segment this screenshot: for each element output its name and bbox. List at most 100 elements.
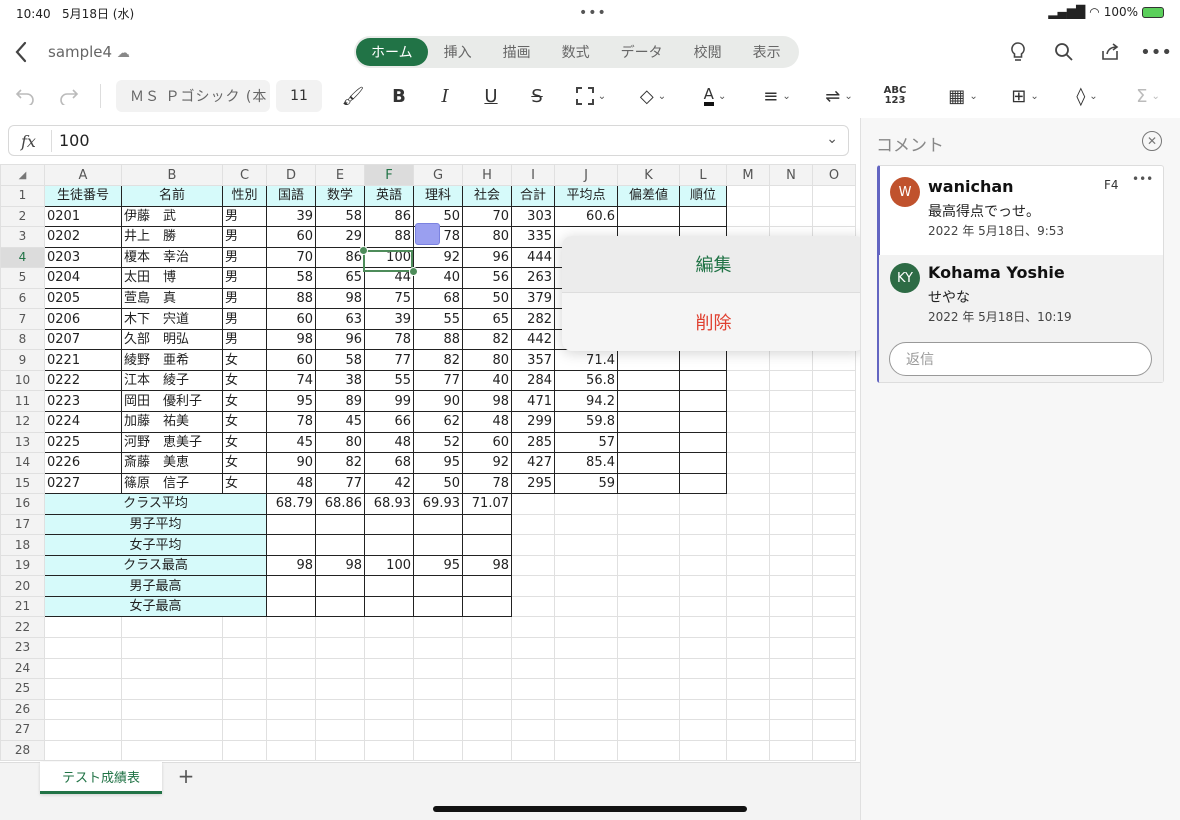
table-cell[interactable] xyxy=(812,390,856,413)
table-cell[interactable] xyxy=(769,493,813,515)
table-cell[interactable]: 加藤 祐美 xyxy=(121,411,223,433)
table-cell[interactable] xyxy=(413,513,463,536)
close-icon[interactable]: ✕ xyxy=(1142,131,1162,151)
table-cell[interactable] xyxy=(726,411,770,433)
column-header[interactable]: A xyxy=(44,164,122,186)
table-cell[interactable] xyxy=(222,698,267,721)
autosum-icon[interactable]: Σ ⌄ xyxy=(1128,82,1168,110)
table-cell[interactable]: 名前 xyxy=(121,185,223,207)
column-header[interactable]: M xyxy=(726,164,770,186)
table-cell[interactable] xyxy=(266,657,316,680)
table-cell[interactable]: 木下 宍道 xyxy=(121,308,223,330)
table-cell[interactable] xyxy=(679,534,727,556)
table-cell[interactable] xyxy=(364,534,414,556)
table-cell[interactable] xyxy=(679,411,727,433)
table-cell[interactable]: 篠原 信子 xyxy=(121,472,223,495)
table-cell[interactable]: 88 xyxy=(413,328,463,351)
table-cell[interactable] xyxy=(617,616,680,639)
row-header[interactable]: 3 xyxy=(0,226,45,248)
borders-icon[interactable]: ⌄ xyxy=(570,82,612,110)
table-cell[interactable]: 71.4 xyxy=(554,349,618,371)
tab-home[interactable]: ホーム xyxy=(356,38,428,66)
table-cell[interactable] xyxy=(462,595,512,618)
table-cell[interactable] xyxy=(315,513,365,536)
table-cell[interactable] xyxy=(554,739,618,762)
table-cell[interactable] xyxy=(121,719,223,741)
table-cell[interactable]: 60.6 xyxy=(554,205,618,228)
tab-insert[interactable]: 挿入 xyxy=(429,38,487,66)
table-cell[interactable]: 82 xyxy=(413,349,463,371)
table-cell[interactable]: 理科 xyxy=(413,185,463,207)
table-cell[interactable]: 92 xyxy=(413,246,463,269)
table-cell[interactable]: 77 xyxy=(413,369,463,392)
row-header[interactable]: 26 xyxy=(0,698,45,721)
table-cell[interactable]: 357 xyxy=(511,349,555,371)
table-cell[interactable] xyxy=(511,719,555,741)
table-cell[interactable]: 0225 xyxy=(44,431,122,454)
table-cell[interactable] xyxy=(812,472,856,495)
cell-format-icon[interactable]: ⊞ ⌄ xyxy=(1004,82,1046,110)
table-cell[interactable]: 社会 xyxy=(462,185,512,207)
tab-view[interactable]: 表示 xyxy=(738,38,796,66)
row-header[interactable]: 23 xyxy=(0,637,45,659)
table-cell[interactable]: 90 xyxy=(266,452,316,474)
table-cell[interactable] xyxy=(812,185,856,207)
table-cell[interactable] xyxy=(44,616,122,639)
wrap-text-icon[interactable]: ⇌ ⌄ xyxy=(818,82,860,110)
table-cell[interactable] xyxy=(617,472,680,495)
row-header[interactable]: 11 xyxy=(0,390,45,413)
table-cell[interactable]: 68.79 xyxy=(266,493,316,515)
table-cell[interactable]: 男 xyxy=(222,205,267,228)
table-cell[interactable] xyxy=(679,616,727,639)
table-cell[interactable] xyxy=(364,719,414,741)
table-cell[interactable] xyxy=(617,698,680,721)
table-cell[interactable]: 80 xyxy=(315,431,365,454)
table-cell[interactable] xyxy=(413,595,463,618)
table-cell[interactable]: 0202 xyxy=(44,226,122,248)
summary-label[interactable]: クラス平均 xyxy=(44,493,267,515)
table-cell[interactable] xyxy=(769,411,813,433)
table-cell[interactable]: 66 xyxy=(364,411,414,433)
table-cell[interactable]: 58 xyxy=(266,267,316,289)
table-cell[interactable]: 0224 xyxy=(44,411,122,433)
table-cell[interactable]: 英語 xyxy=(364,185,414,207)
reply-input[interactable]: 返信 xyxy=(889,342,1152,376)
font-size-box[interactable]: 11 xyxy=(276,80,322,112)
table-cell[interactable] xyxy=(222,657,267,680)
table-cell[interactable] xyxy=(462,719,512,741)
table-cell[interactable] xyxy=(679,472,727,495)
table-cell[interactable]: 82 xyxy=(462,328,512,351)
table-cell[interactable]: 60 xyxy=(266,349,316,371)
table-cell[interactable] xyxy=(679,575,727,597)
table-cell[interactable]: 78 xyxy=(462,472,512,495)
table-cell[interactable]: 100 xyxy=(364,554,414,577)
table-cell[interactable] xyxy=(266,513,316,536)
table-cell[interactable] xyxy=(413,575,463,597)
table-cell[interactable] xyxy=(462,657,512,680)
tab-formulas[interactable]: 数式 xyxy=(547,38,605,66)
row-header[interactable]: 1 xyxy=(0,185,45,207)
table-cell[interactable] xyxy=(726,349,770,371)
table-cell[interactable] xyxy=(617,390,680,413)
tab-review[interactable]: 校閲 xyxy=(679,38,737,66)
table-cell[interactable] xyxy=(315,595,365,618)
column-header[interactable]: I xyxy=(511,164,555,186)
clear-eraser-icon[interactable]: ◊ ⌄ xyxy=(1066,82,1108,110)
table-cell[interactable] xyxy=(121,698,223,721)
table-cell[interactable]: 男 xyxy=(222,328,267,351)
table-cell[interactable]: 生徒番号 xyxy=(44,185,122,207)
table-cell[interactable] xyxy=(726,534,770,556)
table-cell[interactable]: 92 xyxy=(462,452,512,474)
table-cell[interactable]: 女 xyxy=(222,472,267,495)
table-cell[interactable] xyxy=(511,493,555,515)
row-header[interactable]: 21 xyxy=(0,595,45,618)
table-cell[interactable] xyxy=(554,575,618,597)
table-cell[interactable] xyxy=(413,739,463,762)
table-cell[interactable] xyxy=(462,616,512,639)
table-cell[interactable]: 0204 xyxy=(44,267,122,289)
table-cell[interactable]: 78 xyxy=(266,411,316,433)
table-cell[interactable] xyxy=(812,739,856,762)
table-cell[interactable] xyxy=(617,513,680,536)
table-cell[interactable] xyxy=(617,534,680,556)
table-cell[interactable]: 427 xyxy=(511,452,555,474)
